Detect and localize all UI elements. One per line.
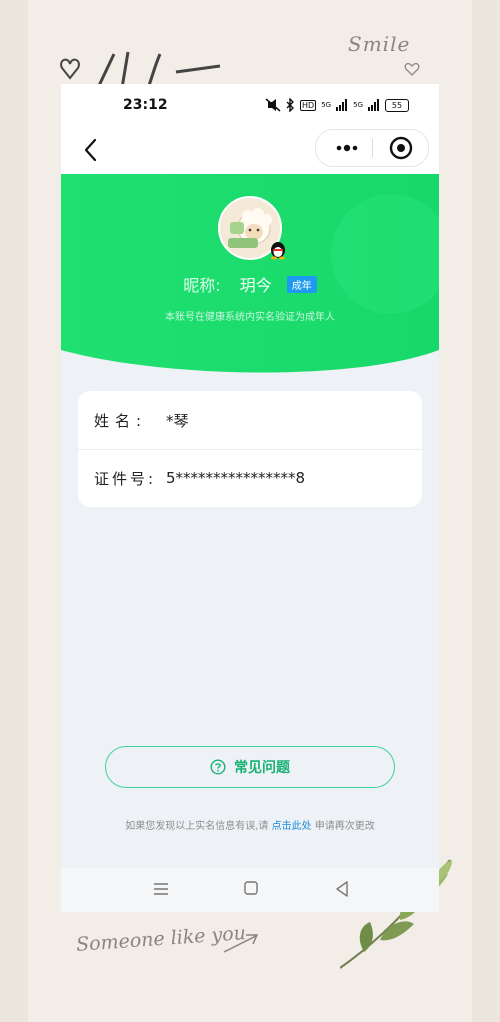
id-label: 证件号: <box>94 469 157 488</box>
question-circle-icon <box>210 759 226 775</box>
nav-bar <box>61 126 439 174</box>
nickname-row: 昵称: 玥今 成年 <box>61 272 439 296</box>
heart-icon <box>404 63 420 76</box>
smile-caption: Smile <box>348 32 411 56</box>
network-1-label: 5G <box>321 101 332 109</box>
signal-1-icon <box>336 99 348 111</box>
nickname-label: 昵称: <box>183 276 221 295</box>
status-bar: 23:12 HD 5G 5G 55 <box>61 84 439 126</box>
mute-icon <box>265 98 281 112</box>
more-icon[interactable] <box>330 136 364 160</box>
name-value: *琴 <box>166 411 189 430</box>
home-icon[interactable] <box>244 881 258 895</box>
system-nav-bar <box>61 868 439 912</box>
profile-header: 昵称: 玥今 成年 本账号在健康系统内实名验证为成年人 <box>61 174 439 374</box>
system-back-icon[interactable] <box>335 881 349 897</box>
signal-2-icon <box>368 99 379 111</box>
mini-program-capsule <box>315 129 429 167</box>
id-row: 证件号: 5****************8 <box>78 449 422 507</box>
verification-note: 本账号在健康系统内实名验证为成年人 <box>165 312 335 323</box>
battery-icon: 55 <box>385 98 409 112</box>
faq-label: 常见问题 <box>234 760 290 776</box>
status-time: 23:12 <box>123 97 168 113</box>
menu-icon[interactable] <box>153 882 169 896</box>
capsule-divider <box>372 139 373 157</box>
correction-prefix: 如果您发现以上实名信息有误,请 <box>125 821 269 832</box>
name-label: 姓名: <box>94 411 148 430</box>
close-target-icon[interactable] <box>388 135 414 161</box>
adult-badge: 成年 <box>286 275 317 293</box>
hd-indicator: HD <box>300 99 317 111</box>
correction-suffix: 申请再次更改 <box>314 821 375 832</box>
network-2-label: 5G <box>353 101 363 109</box>
correction-link[interactable]: 点击此处 <box>272 821 312 832</box>
correction-note: 如果您发现以上实名信息有误,请 点击此处 申请再次更改 <box>61 817 439 832</box>
faq-button[interactable]: 常见问题 <box>105 746 395 788</box>
back-icon[interactable] <box>77 135 107 165</box>
phone-screen: 23:12 HD 5G 5G 55 昵称: 玥今 成年 本账号在健康系统内实名验… <box>61 84 439 912</box>
qq-penguin-icon <box>271 242 285 260</box>
status-indicators: HD 5G 5G 55 <box>265 97 409 113</box>
bluetooth-icon <box>286 98 295 112</box>
arrow-doodle-icon <box>223 934 259 953</box>
identity-card: 姓名: *琴 证件号: 5****************8 <box>78 391 422 507</box>
nickname-value: 玥今 <box>239 276 272 295</box>
id-value: 5****************8 <box>166 469 306 487</box>
name-row: 姓名: *琴 <box>78 391 422 450</box>
